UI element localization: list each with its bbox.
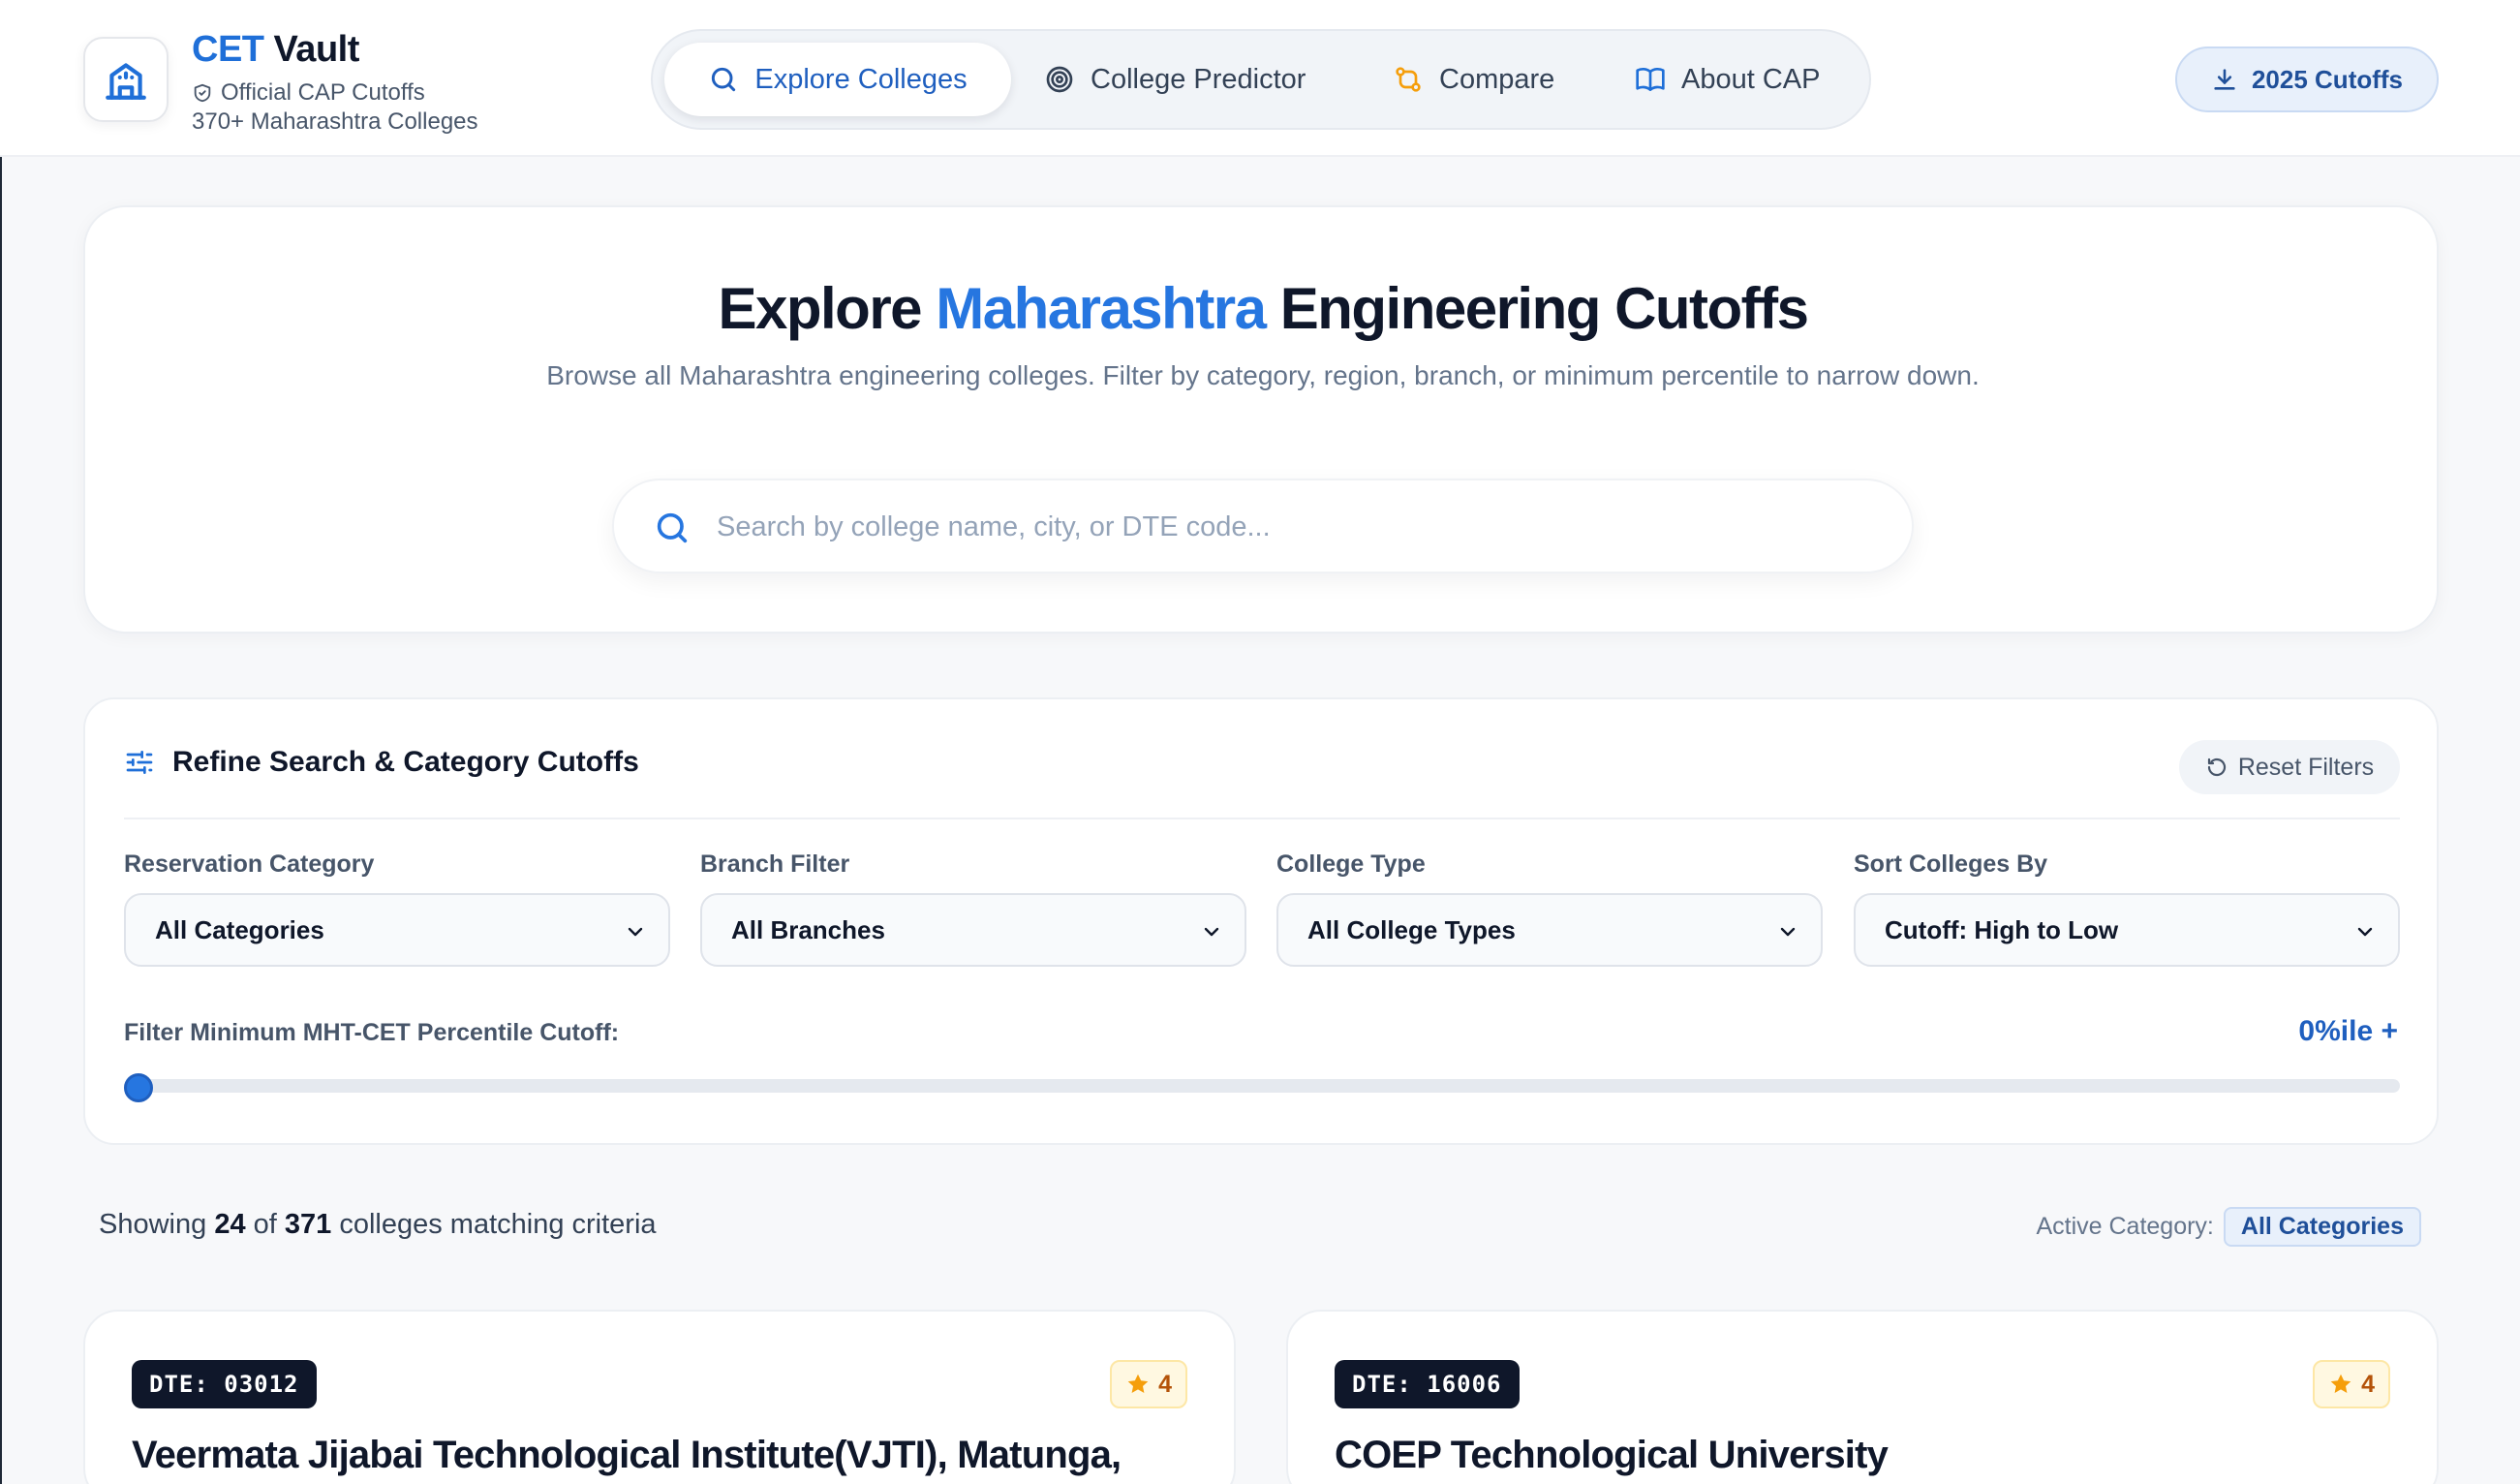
shield-check-icon [194,83,211,103]
percentile-slider-label: Filter Minimum MHT-CET Percentile Cutoff… [124,1019,620,1046]
college-card[interactable]: DTE: 16006 4 COEP Technological Universi… [1286,1310,2439,1484]
page-description: Browse all Maharashtra engineering colle… [546,360,1980,390]
sliders-icon [126,751,153,774]
college-count: 370+ Maharashtra Colleges [192,108,478,135]
college-card[interactable]: DTE: 03012 4 Veermata Jijabai Technologi… [83,1310,1236,1484]
nav-label: College Predictor [1091,63,1306,95]
results-of: of [245,1209,285,1240]
nav-label: Compare [1439,63,1555,95]
reservation-category-label: Reservation Category [124,850,375,878]
chevron-down-icon [1204,927,1219,937]
results-prefix: Showing [99,1209,215,1240]
title-pre: Explore [718,276,937,341]
active-category-badge: All Categories [2223,1207,2421,1247]
download-cutoffs-button[interactable]: 2025 Cutoffs [2175,46,2439,112]
target-icon [1046,66,1073,93]
search-icon [712,67,736,92]
percentile-slider-track[interactable] [124,1079,2400,1093]
dte-code-badge: DTE: 03012 [132,1360,317,1408]
search-input[interactable] [717,500,1879,554]
active-category: Active Category: All Categories [2036,1207,2421,1247]
nav-college-predictor[interactable]: College Predictor [1044,43,1335,116]
nav-explore-colleges[interactable]: Explore Colleges [664,43,1011,116]
results-summary: Showing 24 of 371 colleges matching crit… [99,1209,657,1241]
rating-badge: 4 [2313,1360,2390,1408]
results-shown: 24 [214,1209,246,1240]
chevron-down-icon [1780,927,1796,937]
reservation-category-select[interactable]: All Categories [124,893,670,967]
branch-filter-select[interactable]: All Branches [700,893,1246,967]
brand-accent: CET [192,29,264,70]
hero-card: Explore Maharashtra Engineering Cutoffs … [83,205,2439,634]
college-type-select[interactable]: All College Types [1276,893,1823,967]
select-value: All Categories [155,914,324,944]
main-nav: Explore Colleges College Predictor Compa… [651,29,1871,130]
chevron-down-icon [2357,927,2373,937]
building-icon [106,63,146,100]
filters-heading: Refine Search & Category Cutoffs [124,746,639,779]
download-icon [2214,69,2235,90]
reset-icon [2207,757,2226,777]
nav-about-cap[interactable]: About CAP [1635,43,1848,116]
brand-rest: Vault [263,29,360,70]
reset-filters-button[interactable]: Reset Filters [2179,740,2400,794]
filters-heading-text: Refine Search & Category Cutoffs [172,746,639,778]
subtitle-text: Official CAP Cutoffs [221,79,425,106]
results-suffix: colleges matching criteria [331,1209,657,1240]
select-value: Cutoff: High to Low [1885,914,2119,944]
search-bar[interactable] [612,479,1914,573]
rating-value: 4 [2361,1370,2375,1398]
dte-code-badge: DTE: 16006 [1335,1360,1520,1408]
college-name: COEP Technological University [1335,1434,1889,1476]
nav-label: About CAP [1681,63,1821,95]
select-value: All Branches [731,914,885,944]
book-icon [1636,67,1665,91]
page-title: Explore Maharashtra Engineering Cutoffs [85,275,2441,342]
percentile-slider-thumb[interactable] [124,1073,153,1102]
star-icon [2330,1374,2351,1393]
brand-logo[interactable] [83,37,169,122]
select-value: All College Types [1307,914,1516,944]
nav-compare[interactable]: Compare [1393,43,1577,116]
title-post: Engineering Cutoffs [1265,276,1809,341]
sort-colleges-select[interactable]: Cutoff: High to Low [1854,893,2400,967]
filters-panel: Refine Search & Category Cutoffs Reset F… [83,697,2439,1145]
nav-label: Explore Colleges [754,63,968,95]
download-cutoffs-label: 2025 Cutoffs [2251,64,2404,94]
filters-divider [124,818,2400,819]
brand-title: CET Vault [192,29,359,71]
college-type-label: College Type [1276,850,1426,878]
percentile-value: 0%ile + [2298,1015,2398,1047]
branch-filter-label: Branch Filter [700,850,850,878]
results-total: 371 [284,1209,332,1240]
title-accent: Maharashtra [936,276,1267,341]
search-icon [657,512,688,543]
rating-value: 4 [1158,1370,1172,1398]
college-name: Veermata Jijabai Technological Institute… [132,1434,1122,1476]
reset-filters-label: Reset Filters [2237,753,2375,781]
rating-badge: 4 [1110,1360,1187,1408]
window-edge-left [0,0,2,1484]
top-header: CET Vault Official CAP Cutoffs 370+ Maha… [0,0,2520,157]
chevron-down-icon [628,927,643,937]
active-category-label: Active Category: [2036,1213,2214,1240]
compare-icon [1396,67,1421,92]
brand-subtitle: Official CAP Cutoffs [192,79,425,107]
star-icon [1127,1374,1149,1393]
sort-colleges-label: Sort Colleges By [1854,850,2048,878]
